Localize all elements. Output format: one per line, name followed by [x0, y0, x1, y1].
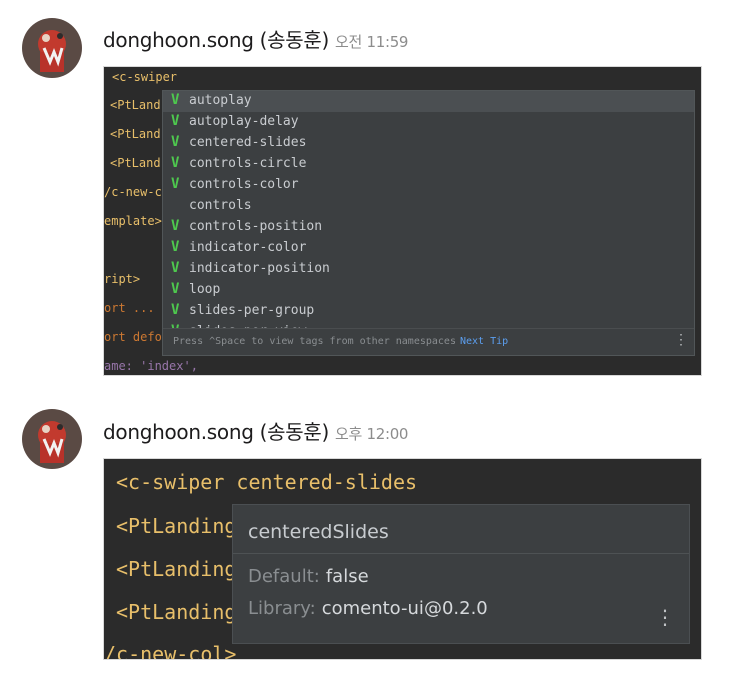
doc-library-value: comento-ui@0.2.0 [321, 598, 488, 619]
avatar[interactable] [22, 409, 82, 469]
avatar-image [22, 409, 82, 469]
documentation-popup[interactable]: centeredSlides Default: false Library: com… [232, 504, 690, 644]
completion-item[interactable]: V indicator-color [163, 238, 694, 259]
code-line: ort defo [104, 330, 162, 344]
more-options-icon[interactable]: ⋮ [655, 605, 675, 629]
code-line: ame: 'index', [104, 359, 198, 373]
doc-library-row: Library: comento-ui@0.2.0 [248, 598, 488, 619]
code-line: <PtLanding [116, 514, 237, 538]
completion-item[interactable]: V autoplay [163, 91, 694, 112]
vue-check-icon: V [171, 281, 180, 297]
code-line: <PtLanding [116, 557, 237, 581]
avatar[interactable] [22, 18, 82, 78]
popup-footer: Press ^Space to view tags from other nam… [163, 328, 694, 355]
doc-default-value: false [325, 566, 369, 587]
completion-item[interactable]: V loop [163, 280, 694, 301]
screenshot-attachment[interactable]: <c-swiper centered-slides <PtLanding <Pt… [103, 458, 702, 660]
vue-check-icon: V [171, 218, 180, 234]
code-line: ript> [104, 272, 141, 286]
completion-label: slides-per-group [189, 303, 315, 318]
completion-label: controls-position [189, 219, 323, 234]
vue-check-icon: V [171, 302, 180, 318]
code-line: <PtLand [110, 98, 161, 112]
completion-item[interactable]: V centered-slides [163, 133, 694, 154]
completion-item[interactable]: controls [163, 196, 694, 217]
completion-label: autoplay [189, 93, 252, 108]
completion-item[interactable]: V controls-position [163, 217, 694, 238]
code-line: <PtLand [110, 156, 161, 170]
code-line: <PtLanding [116, 600, 237, 624]
author-name[interactable]: donghoon.song (송동훈) [103, 420, 329, 444]
completion-item[interactable]: V autoplay-delay [163, 112, 694, 133]
completion-item[interactable]: V controls-color [163, 175, 694, 196]
completion-label: centered-slides [189, 135, 307, 150]
vue-check-icon: V [171, 176, 180, 192]
code-line: <c-swiper centered-slides [116, 470, 418, 494]
autocomplete-popup[interactable]: V autoplay V autoplay-delay V centered-s… [162, 90, 695, 356]
vue-check-icon: V [171, 134, 180, 150]
message-header: donghoon.song (송동훈) 오전 11:59 [103, 24, 408, 53]
doc-default-row: Default: false [248, 566, 369, 587]
code-line: ort ... [104, 301, 155, 315]
vue-check-icon: V [171, 155, 180, 171]
code-line: <c-swiper [112, 70, 178, 84]
code-line: /c-new-col> [104, 642, 237, 660]
footer-tip-text: Press ^Space to view tags from other nam… [173, 336, 456, 347]
completion-item[interactable]: V controls-circle [163, 154, 694, 175]
screenshot-attachment[interactable]: <c-swiper <PtLand <PtLand <PtLand /c-new… [103, 66, 702, 376]
next-tip-link[interactable]: Next Tip [460, 336, 508, 347]
vue-check-icon: V [171, 239, 180, 255]
vue-check-icon: V [171, 113, 180, 129]
timestamp[interactable]: 오전 11:59 [335, 33, 409, 51]
completion-label: controls [189, 198, 252, 213]
completion-label: autoplay-delay [189, 114, 299, 129]
doc-library-label: Library: [248, 598, 316, 619]
code-line: <PtLand [110, 127, 161, 141]
divider [233, 553, 689, 554]
completion-item[interactable]: V indicator-position [163, 259, 694, 280]
footer-tip: Press ^Space to view tags from other nam… [173, 336, 508, 347]
vue-check-icon: V [171, 260, 180, 276]
completion-label: controls-color [189, 177, 299, 192]
completion-label: indicator-position [189, 261, 330, 276]
completion-label: indicator-color [189, 240, 307, 255]
completion-item[interactable]: V slides-per-group [163, 301, 694, 322]
doc-default-label: Default: [248, 566, 320, 587]
code-line: emplate> [104, 214, 162, 228]
message-header: donghoon.song (송동훈) 오후 12:00 [103, 416, 408, 445]
code-line: /c-new-c [104, 185, 162, 199]
more-options-icon[interactable]: ⋮ [674, 332, 688, 348]
doc-title: centeredSlides [248, 521, 389, 543]
completion-label: controls-circle [189, 156, 307, 171]
timestamp[interactable]: 오후 12:00 [335, 425, 409, 443]
vue-check-icon: V [171, 92, 180, 108]
completion-label: loop [189, 282, 221, 297]
avatar-image [22, 18, 82, 78]
author-name[interactable]: donghoon.song (송동훈) [103, 28, 329, 52]
